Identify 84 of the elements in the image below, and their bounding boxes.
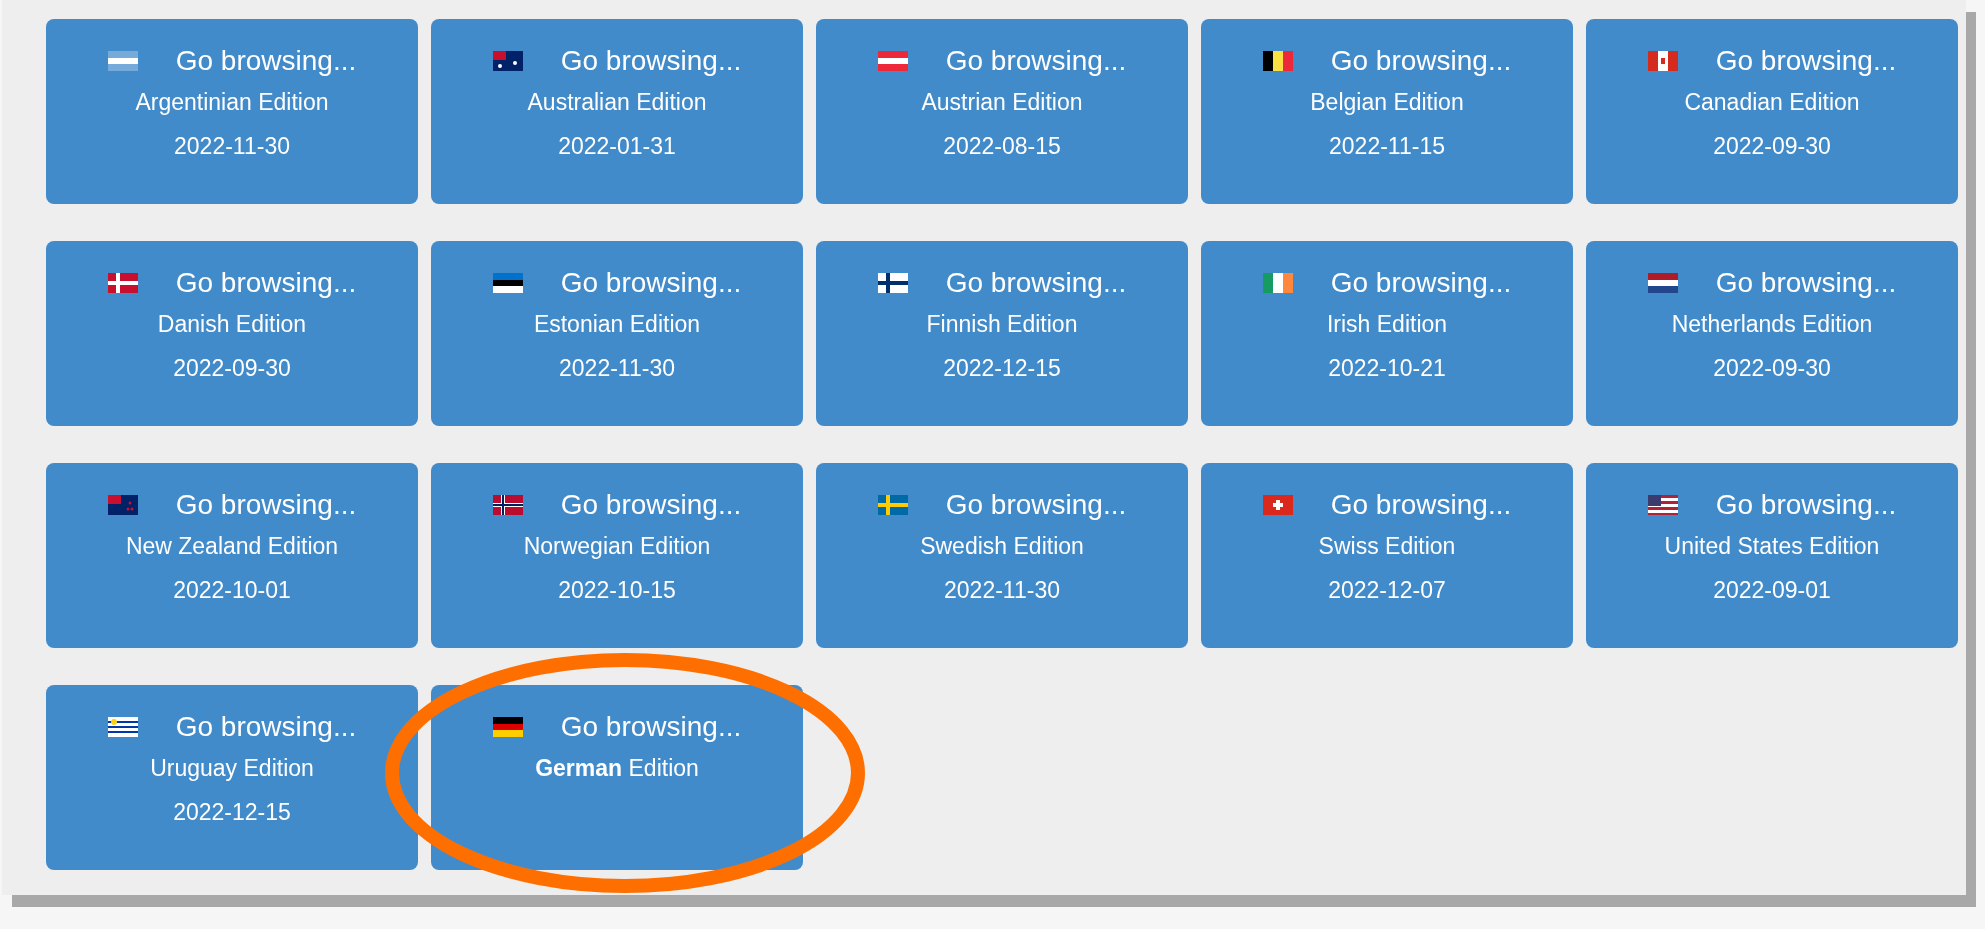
edition-name: Belgian Edition	[1310, 88, 1464, 117]
go-browsing-label: Go browsing...	[1330, 44, 1512, 78]
edition-card[interactable]: Go browsing... Australian Edition 2022-01-31	[431, 19, 803, 204]
edition-date: 2022-08-15	[943, 132, 1061, 161]
edition-name: Finnish Edition	[926, 310, 1078, 339]
edition-name: Uruguay Edition	[150, 754, 314, 783]
flag-icon	[1262, 273, 1293, 293]
go-browsing-label: Go browsing...	[560, 710, 742, 744]
edition-date: 2022-12-15	[943, 354, 1061, 383]
edition-card[interactable]: Go browsing... Danish Edition 2022-09-30	[46, 241, 418, 426]
edition-date: 2022-12-15	[173, 798, 291, 827]
flag-icon	[1262, 495, 1293, 515]
edition-date: 2022-12-07	[1328, 576, 1446, 605]
edition-card[interactable]: Go browsing... Swiss Edition 2022-12-07	[1201, 463, 1573, 648]
edition-name: Australian Edition	[527, 88, 707, 117]
flag-icon	[1647, 51, 1678, 71]
go-browsing-label: Go browsing...	[945, 488, 1127, 522]
edition-name: Canadian Edition	[1684, 88, 1860, 117]
edition-date: 2022-09-30	[173, 354, 291, 383]
edition-name: Estonian Edition	[533, 310, 701, 339]
flag-icon	[107, 717, 138, 737]
edition-card[interactable]: Go browsing... Austrian Edition 2022-08-15	[816, 19, 1188, 204]
edition-date: 2022-11-30	[174, 132, 290, 161]
edition-date: 2022-11-15	[1329, 132, 1445, 161]
edition-date: 2022-09-01	[1713, 576, 1831, 605]
go-browsing-label: Go browsing...	[560, 488, 742, 522]
edition-name: Norwegian Edition	[523, 532, 711, 561]
edition-date: 2022-09-30	[1713, 354, 1831, 383]
edition-name: United States Edition	[1664, 532, 1880, 561]
flag-icon	[107, 495, 138, 515]
edition-name: Irish Edition	[1326, 310, 1448, 339]
go-browsing-label: Go browsing...	[175, 266, 357, 300]
flag-icon	[877, 273, 908, 293]
go-browsing-label: Go browsing...	[945, 44, 1127, 78]
edition-card[interactable]: Go browsing... New Zealand Edition 2022-10-01	[46, 463, 418, 648]
edition-card[interactable]: Go browsing... Canadian Edition 2022-09-30	[1586, 19, 1958, 204]
flag-icon	[492, 51, 523, 71]
go-browsing-label: Go browsing...	[1330, 266, 1512, 300]
flag-icon	[1262, 51, 1293, 71]
go-browsing-label: Go browsing...	[560, 44, 742, 78]
edition-name: Swiss Edition	[1318, 532, 1456, 561]
flag-icon	[877, 51, 908, 71]
edition-card[interactable]: Go browsing... Swedish Edition 2022-11-30	[816, 463, 1188, 648]
edition-card[interactable]: Go browsing... Estonian Edition 2022-11-30	[431, 241, 803, 426]
edition-card[interactable]: Go browsing... Uruguay Edition 2022-12-15	[46, 685, 418, 870]
go-browsing-label: Go browsing...	[945, 266, 1127, 300]
edition-date: 2022-10-21	[1328, 354, 1446, 383]
flag-icon	[1647, 273, 1678, 293]
flag-icon	[877, 495, 908, 515]
flag-icon	[1647, 495, 1678, 515]
go-browsing-label: Go browsing...	[1330, 488, 1512, 522]
flag-icon	[492, 495, 523, 515]
edition-name: German Edition	[535, 754, 699, 783]
go-browsing-label: Go browsing...	[175, 488, 357, 522]
edition-date: 2022-10-01	[173, 576, 291, 605]
edition-card[interactable]: Go browsing... Irish Edition 2022-10-21	[1201, 241, 1573, 426]
edition-date: 2022-11-30	[559, 354, 675, 383]
flag-icon	[107, 51, 138, 71]
go-browsing-label: Go browsing...	[1715, 266, 1897, 300]
edition-name: New Zealand Edition	[125, 532, 339, 561]
edition-date: 2022-01-31	[558, 132, 676, 161]
flag-icon	[107, 273, 138, 293]
edition-card[interactable]: Go browsing... Argentinian Edition 2022-11-30	[46, 19, 418, 204]
edition-card[interactable]: Go browsing... Finnish Edition 2022-12-15	[816, 241, 1188, 426]
flag-icon	[492, 273, 523, 293]
edition-date: 2022-09-30	[1713, 132, 1831, 161]
edition-card[interactable]: Go browsing... Norwegian Edition 2022-10-15	[431, 463, 803, 648]
edition-date: 2022-11-30	[944, 576, 1060, 605]
go-browsing-label: Go browsing...	[1715, 44, 1897, 78]
edition-card[interactable]: Go browsing... Netherlands Edition 2022-09-30	[1586, 241, 1958, 426]
edition-name: Swedish Edition	[920, 532, 1084, 561]
go-browsing-label: Go browsing...	[560, 266, 742, 300]
edition-card[interactable]: Go browsing... German Edition	[431, 685, 803, 870]
edition-name: Argentinian Edition	[135, 88, 329, 117]
edition-name: Netherlands Edition	[1671, 310, 1873, 339]
go-browsing-label: Go browsing...	[1715, 488, 1897, 522]
edition-name: Danish Edition	[157, 310, 307, 339]
edition-date: 2022-10-15	[558, 576, 676, 605]
edition-name: Austrian Edition	[921, 88, 1083, 117]
edition-card[interactable]: Go browsing... Belgian Edition 2022-11-15	[1201, 19, 1573, 204]
go-browsing-label: Go browsing...	[175, 44, 357, 78]
flag-icon	[492, 717, 523, 737]
go-browsing-label: Go browsing...	[175, 710, 357, 744]
edition-card[interactable]: Go browsing... United States Edition 2022-09-01	[1586, 463, 1958, 648]
